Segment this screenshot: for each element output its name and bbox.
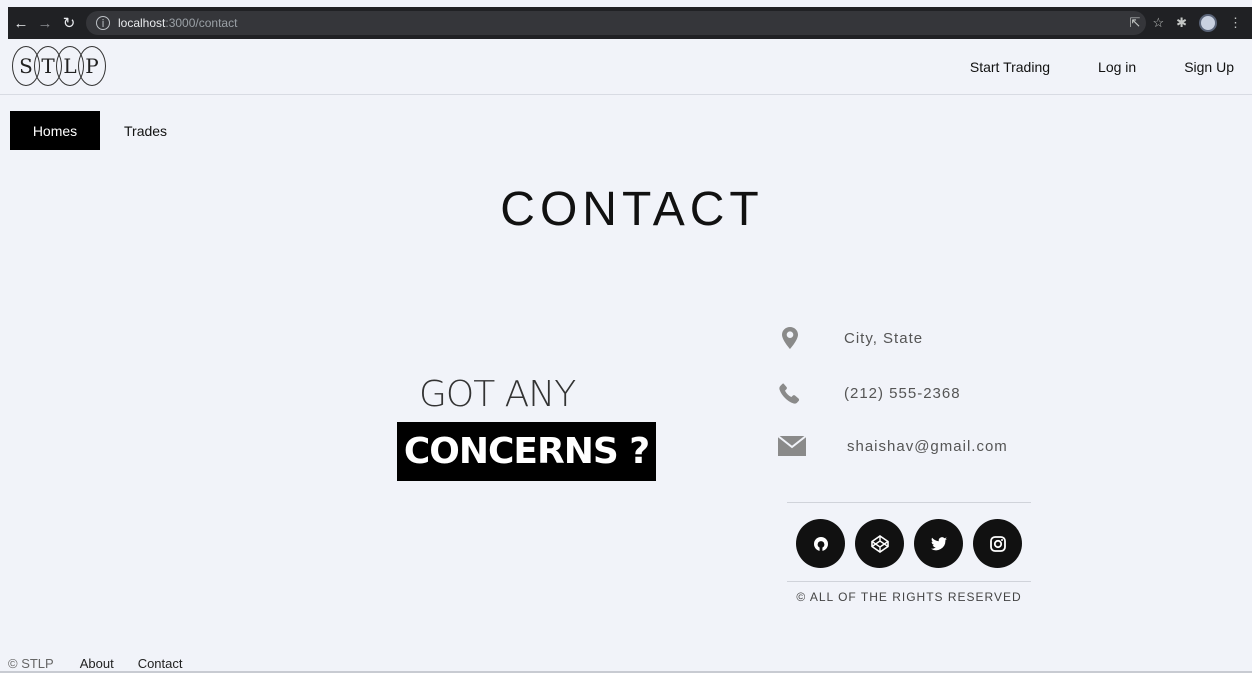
location-text: City, State xyxy=(844,329,924,347)
site-info-icon[interactable]: i xyxy=(96,16,110,30)
address-bar[interactable]: i localhost:3000/contact xyxy=(86,11,1146,35)
instagram-icon[interactable] xyxy=(973,519,1022,568)
map-pin-icon xyxy=(778,326,802,350)
logo[interactable]: S T L P xyxy=(12,44,106,88)
footer-contact-link[interactable]: Contact xyxy=(138,657,183,671)
section-tabs: Homes Trades xyxy=(10,111,167,150)
forward-icon[interactable]: → xyxy=(34,15,56,32)
browser-actions: ⇱ ☆ ✱ ⋮ xyxy=(1130,7,1242,39)
tab-homes[interactable]: Homes xyxy=(10,111,100,150)
divider-top xyxy=(787,502,1031,503)
divider-bottom xyxy=(787,581,1031,582)
url-host: localhost xyxy=(118,16,166,30)
signup-link[interactable]: Sign Up xyxy=(1184,59,1234,75)
share-icon[interactable]: ⇱ xyxy=(1130,15,1141,31)
location-row: City, State xyxy=(778,326,923,350)
phone-row: (212) 555-2368 xyxy=(778,381,961,405)
back-icon[interactable]: ← xyxy=(10,15,32,32)
nav-links: Start Trading Log in Sign Up xyxy=(922,39,1234,95)
page-title: CONTACT xyxy=(500,183,764,236)
browser-chrome: ← → ↻ i localhost:3000/contact ⇱ ☆ ✱ ⋮ xyxy=(0,0,1252,39)
footer-about-link[interactable]: About xyxy=(80,657,114,671)
extensions-icon[interactable]: ✱ xyxy=(1176,15,1187,31)
email-text[interactable]: shaishav@gmail.com xyxy=(847,438,1008,455)
menu-kebab-icon[interactable]: ⋮ xyxy=(1229,15,1242,31)
reload-icon[interactable]: ↻ xyxy=(58,14,80,32)
profile-avatar[interactable] xyxy=(1199,14,1217,32)
url-path: :3000/contact xyxy=(165,16,238,30)
social-links xyxy=(796,519,1022,568)
login-link[interactable]: Log in xyxy=(1098,59,1136,75)
tab-trades[interactable]: Trades xyxy=(100,111,167,150)
github-icon[interactable] xyxy=(796,519,845,568)
phone-icon xyxy=(778,381,802,405)
rights-text: © ALL OF THE RIGHTS RESERVED xyxy=(796,590,1022,604)
star-icon[interactable]: ☆ xyxy=(1152,15,1164,31)
envelope-icon xyxy=(778,434,806,458)
tagline-highlight: CONCERNS ? xyxy=(397,422,656,481)
browser-toolbar: ← → ↻ i localhost:3000/contact ⇱ ☆ ✱ ⋮ xyxy=(8,7,1252,39)
tagline-top: GOT ANY xyxy=(419,374,576,415)
logo-letter: P xyxy=(78,46,106,86)
start-trading-link[interactable]: Start Trading xyxy=(970,59,1050,75)
page-footer: © STLP About Contact xyxy=(0,652,1252,673)
phone-text[interactable]: (212) 555-2368 xyxy=(844,385,961,402)
twitter-icon[interactable] xyxy=(914,519,963,568)
email-row: shaishav@gmail.com xyxy=(778,434,1008,458)
top-navbar: S T L P Start Trading Log in Sign Up xyxy=(0,39,1252,95)
codepen-icon[interactable] xyxy=(855,519,904,568)
footer-copyright: © STLP xyxy=(8,656,54,671)
